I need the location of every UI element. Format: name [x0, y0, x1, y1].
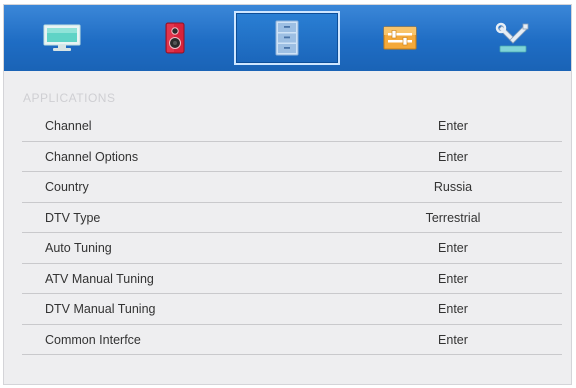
monitor-icon [42, 23, 82, 53]
menu-item-value: Enter [438, 241, 468, 255]
menu-item-label: Channel [45, 119, 92, 133]
menu-item-dtv-type[interactable]: DTV Type Terrestrial [22, 203, 562, 233]
menu-item-value: Enter [438, 271, 468, 286]
menu-item-label: Channel Options [45, 149, 139, 164]
menu-item-value: Russia [433, 180, 473, 194]
menu-item-label: Country [45, 180, 89, 194]
menu-item-label: DTV Manual Tuning [45, 302, 156, 316]
menu-item-label: Auto Tuning [45, 241, 112, 255]
settings-menu-list: Channel Enter Channel Options Enter Coun… [22, 111, 562, 355]
tools-icon [494, 22, 532, 54]
menu-item-atv-manual-tuning[interactable]: ATV Manual Tuning Enter [22, 264, 562, 294]
menu-item-auto-tuning[interactable]: Auto Tuning Enter [22, 233, 562, 264]
tv-menu-window: APPLICATIONS Channel Enter Channel Optio… [3, 4, 572, 385]
menu-tab-bar [4, 5, 571, 71]
menu-item-common-interface[interactable]: Common Interfce Enter [22, 325, 562, 355]
menu-item-value: Enter [438, 302, 468, 316]
menu-item-value: Enter [438, 332, 468, 347]
menu-item-value: Enter [438, 119, 468, 133]
tab-applications[interactable] [234, 11, 341, 65]
menu-item-value: Enter [438, 149, 468, 164]
menu-item-label: ATV Manual Tuning [45, 271, 154, 286]
cabinet-icon [274, 20, 300, 56]
menu-item-label: Common Interfce [45, 332, 141, 347]
adjust-sliders-icon [383, 24, 417, 52]
speaker-icon [164, 22, 186, 54]
menu-item-label: DTV Type [45, 210, 101, 225]
menu-item-country[interactable]: Country Russia [22, 172, 562, 203]
tab-tools[interactable] [460, 11, 566, 65]
menu-item-value: Terrestrial [425, 210, 481, 225]
tab-sound[interactable] [122, 11, 228, 65]
tab-picture[interactable] [9, 11, 115, 65]
menu-item-dtv-manual-tuning[interactable]: DTV Manual Tuning Enter [22, 294, 562, 325]
tab-settings-adjust[interactable] [347, 11, 453, 65]
section-title: APPLICATIONS [23, 91, 116, 105]
menu-item-channel[interactable]: Channel Enter [22, 111, 562, 142]
menu-item-channel-options[interactable]: Channel Options Enter [22, 142, 562, 172]
